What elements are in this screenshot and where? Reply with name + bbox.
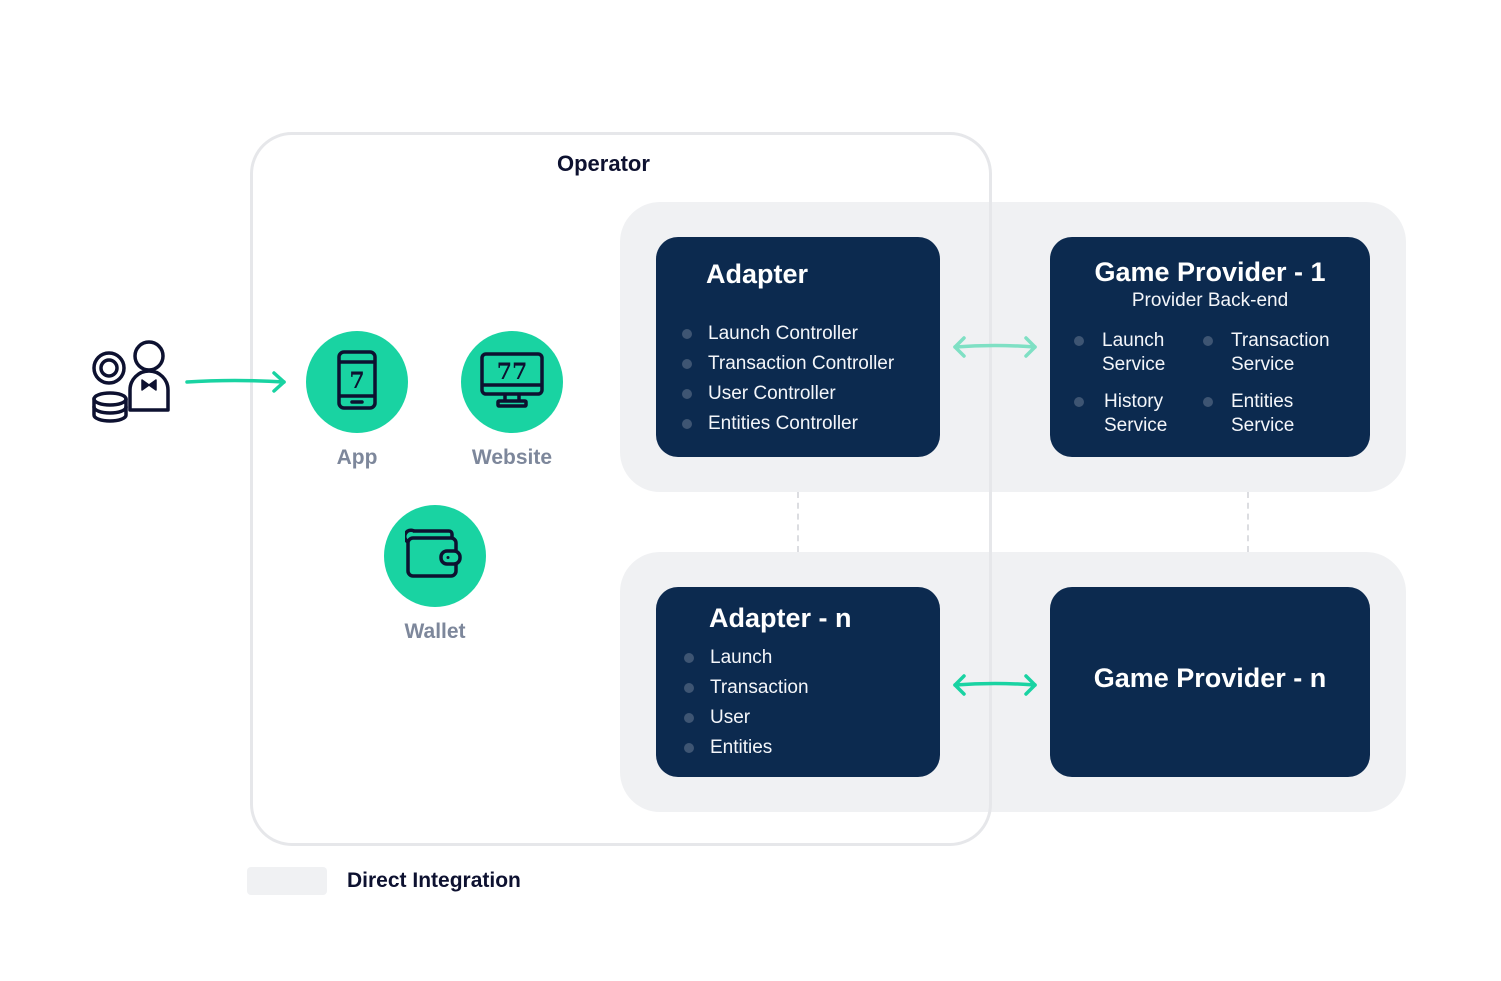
website-channel: 77 [461,331,563,433]
list-item: Launch Controller [682,319,894,349]
list-item: Entities [684,733,809,763]
bullet-dot-icon [682,359,692,369]
service-item: Transaction Service [1203,329,1351,377]
website-label: Website [471,446,553,469]
adapter-provider-1-bidirectional-arrow [951,333,1039,361]
operator-title: Operator [557,151,650,176]
adapter-title: Adapter [706,259,809,289]
bullet-dot-icon [1203,397,1213,407]
bullet-dot-icon [684,653,694,663]
game-provider-1-card: Game Provider - 1 Provider Back-end Laun… [1050,237,1370,457]
bullet-dot-icon [682,329,692,339]
svg-text:77: 77 [497,359,528,385]
game-provider-1-title: Game Provider - 1 [1094,257,1326,287]
app-channel: 7 [306,331,408,433]
game-provider-n-title: Game Provider - n [1093,663,1327,693]
game-provider-1-subtitle: Provider Back-end [1131,290,1289,311]
list-item: User Controller [682,379,894,409]
list-item: Transaction [684,673,809,703]
list-item: User [684,703,809,733]
bullet-dot-icon [682,389,692,399]
list-item: Entities Controller [682,409,894,439]
player-to-app-arrow [184,368,290,396]
bullet-dot-icon [682,419,692,429]
adapter-controller-list: Launch Controller Transaction Controller… [682,319,894,439]
bullet-dot-icon [684,743,694,753]
mobile-slot-icon: 7 [336,349,378,416]
adapter-n-card: Adapter - n Launch Transaction User Enti… [656,587,940,777]
adapter-n-list: Launch Transaction User Entities [684,643,809,763]
player-with-chips-icon [88,338,180,426]
wallet-channel [384,505,486,607]
bullet-dot-icon [684,713,694,723]
bullet-dot-icon [1203,336,1213,346]
legend-swatch [247,867,327,895]
bullet-dot-icon [1074,336,1084,346]
service-item: History Service [1074,390,1224,438]
desktop-slot-icon: 77 [479,351,545,414]
wallet-icon [403,528,465,585]
service-item: Entities Service [1203,390,1351,438]
wallet-label: Wallet [404,620,466,643]
svg-text:7: 7 [349,368,364,394]
app-label: App [336,446,378,469]
bullet-dot-icon [684,683,694,693]
game-provider-n-card: Game Provider - n [1050,587,1370,777]
service-item: Launch Service [1074,329,1222,377]
list-item: Transaction Controller [682,349,894,379]
adapter-card: Adapter Launch Controller Transaction Co… [656,237,940,457]
bullet-dot-icon [1074,397,1084,407]
legend-label: Direct Integration [347,869,521,892]
adapter-provider-n-bidirectional-arrow [951,671,1039,699]
list-item: Launch [684,643,809,673]
adapter-n-title: Adapter - n [709,603,852,633]
provider-dashed-connector [1247,492,1249,552]
